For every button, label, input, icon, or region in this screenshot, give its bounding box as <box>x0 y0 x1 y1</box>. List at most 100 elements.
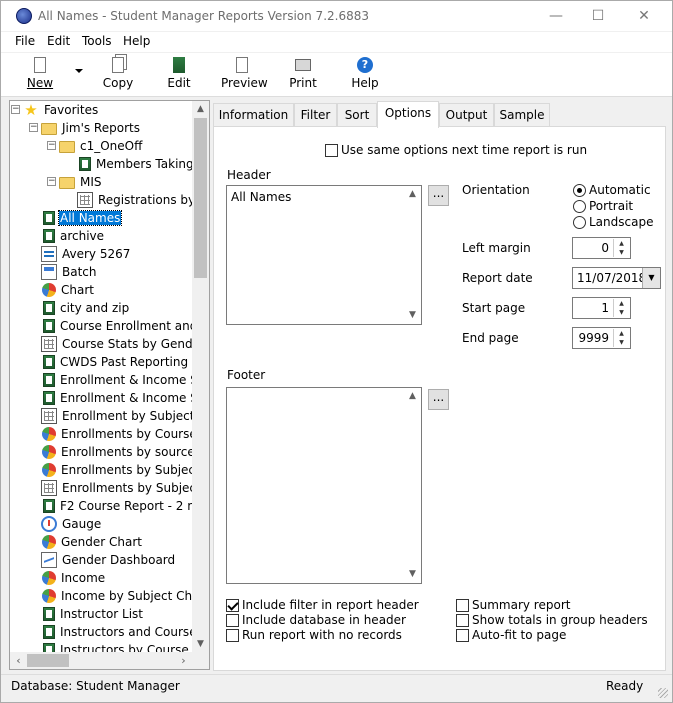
scroll-left-icon[interactable]: ‹ <box>10 652 27 669</box>
stepper-arrows-icon[interactable]: ▲ ▼ <box>613 299 629 317</box>
label-icon <box>41 246 57 262</box>
report-date-picker[interactable]: 11/07/2018 ▼ <box>572 267 661 289</box>
tree-node-mis[interactable]: MIS <box>59 173 103 191</box>
tree-item[interactable]: Enrollment by Subject by <box>41 407 209 425</box>
tree-node-favorites[interactable]: ★ Favorites <box>23 101 99 119</box>
maximize-button[interactable]: ☐ <box>575 1 621 31</box>
folder-icon <box>59 141 75 153</box>
footer-scrollbar[interactable]: ▲ ▼ <box>404 388 421 583</box>
tree-item[interactable]: Gender Dashboard <box>41 551 176 569</box>
tree-horizontal-scrollbar[interactable]: ‹ › <box>10 652 209 669</box>
stepper-arrows-icon[interactable]: ▲ ▼ <box>613 239 629 257</box>
tab-sort[interactable]: Sort <box>337 103 377 127</box>
tree-item[interactable]: Batch <box>41 263 98 281</box>
header-scrollbar[interactable]: ▲ ▼ <box>404 186 421 324</box>
help-button[interactable]: ? Help <box>351 57 379 95</box>
tab-sample[interactable]: Sample <box>494 103 550 127</box>
tree-item[interactable]: Gauge <box>41 515 102 533</box>
end-page-stepper[interactable]: 9999 ▲ ▼ <box>572 327 631 349</box>
scroll-right-icon[interactable]: › <box>175 652 192 669</box>
tree-item[interactable]: Enrollment & Income Su <box>41 389 206 407</box>
footer-browse-button[interactable]: ... <box>428 389 449 410</box>
menu-tools[interactable]: Tools <box>82 34 112 48</box>
auto-fit-checkbox[interactable] <box>456 629 469 642</box>
tree-item-label: Enrollment & Income Su <box>60 391 206 405</box>
collapse-jims-reports-icon[interactable]: − <box>29 123 38 132</box>
orientation-portrait-radio[interactable] <box>573 200 586 213</box>
tree-item[interactable]: Avery 5267 <box>41 245 131 263</box>
tree-item[interactable]: Enrollments by Course fo <box>41 425 209 443</box>
footer-textarea[interactable]: ▲ ▼ <box>226 387 422 584</box>
collapse-favorites-icon[interactable]: − <box>11 105 20 114</box>
tree-item[interactable]: Enrollments by Subject <box>41 461 201 479</box>
include-filter-checkbox[interactable] <box>226 599 239 612</box>
print-button[interactable]: Print <box>289 57 317 95</box>
tree-item[interactable]: Gender Chart <box>41 533 143 551</box>
menu-help[interactable]: Help <box>123 34 150 48</box>
scroll-up-icon[interactable]: ▲ <box>192 101 209 118</box>
scroll-thumb[interactable] <box>194 118 207 278</box>
collapse-c1-oneoff-icon[interactable]: − <box>47 141 56 150</box>
tree-item[interactable]: Enrollment & Income Su <box>41 371 206 389</box>
scroll-thumb[interactable] <box>27 654 69 667</box>
scroll-up-icon[interactable]: ▲ <box>404 186 421 203</box>
copy-button[interactable]: Copy <box>101 57 135 95</box>
new-dropdown-icon[interactable] <box>75 69 83 73</box>
header-browse-button[interactable]: ... <box>428 185 449 206</box>
edit-button[interactable]: Edit <box>166 57 192 95</box>
tree-item[interactable]: Enrollments by source <box>41 443 196 461</box>
end-page-label: End page <box>462 331 519 345</box>
tab-options[interactable]: Options <box>377 101 439 128</box>
tree-item[interactable]: All Names <box>41 209 123 227</box>
left-margin-stepper[interactable]: 0 ▲ ▼ <box>572 237 631 259</box>
summary-report-checkbox[interactable] <box>456 599 469 612</box>
tree-item[interactable]: archive <box>41 227 105 245</box>
orientation-automatic-radio[interactable] <box>573 184 586 197</box>
chevron-down-icon[interactable]: ▼ <box>642 268 660 288</box>
scroll-down-icon[interactable]: ▼ <box>192 636 209 653</box>
tree-node-jims-reports[interactable]: Jim's Reports <box>41 119 141 137</box>
preview-button[interactable]: Preview <box>221 57 268 95</box>
report-tree[interactable]: − ★ Favorites − Jim's Reports − c1_OneOf… <box>9 100 210 670</box>
orientation-landscape-radio[interactable] <box>573 216 586 229</box>
menu-file[interactable]: File <box>15 34 35 48</box>
start-page-stepper[interactable]: 1 ▲ ▼ <box>572 297 631 319</box>
tree-item[interactable]: Course Stats by Gender <box>41 335 206 353</box>
menu-edit[interactable]: Edit <box>47 34 70 48</box>
same-options-checkbox[interactable] <box>325 144 338 157</box>
close-button[interactable]: ✕ <box>621 1 667 31</box>
scroll-up-icon[interactable]: ▲ <box>404 388 421 405</box>
run-no-records-checkbox[interactable] <box>226 629 239 642</box>
minimize-button[interactable]: — <box>533 1 579 31</box>
start-page-label: Start page <box>462 301 526 315</box>
tree-item[interactable]: Income by Subject Chart <box>41 587 209 605</box>
tab-output[interactable]: Output <box>439 103 494 127</box>
summary-report-label: Summary report <box>472 598 571 612</box>
new-button[interactable]: New <box>25 57 55 95</box>
tree-item[interactable]: Instructors and Courses T <box>41 623 209 641</box>
header-textarea[interactable]: All Names ▲ ▼ <box>226 185 422 325</box>
tree-item[interactable]: Instructor List <box>41 605 144 623</box>
scroll-down-icon[interactable]: ▼ <box>404 307 421 324</box>
tree-item-label: Enrollments by Subject <box>61 463 200 477</box>
tree-item[interactable]: Income <box>41 569 106 587</box>
tree-item[interactable]: Chart <box>41 281 95 299</box>
tree-item[interactable]: Enrollments by Subject b <box>41 479 209 497</box>
show-totals-checkbox[interactable] <box>456 614 469 627</box>
tree-item[interactable]: city and zip <box>41 299 130 317</box>
collapse-mis-icon[interactable]: − <box>47 177 56 186</box>
tree-item[interactable]: F2 Course Report - 2 mo <box>41 497 207 515</box>
tab-information[interactable]: Information <box>213 103 294 127</box>
resize-grip-icon[interactable] <box>658 688 668 698</box>
tree-node-c1-oneoff[interactable]: c1_OneOff <box>59 137 143 155</box>
tree-item[interactable]: CWDS Past Reporting <box>41 353 189 371</box>
include-database-checkbox[interactable] <box>226 614 239 627</box>
tree-vertical-scrollbar[interactable]: ▲ ▼ <box>192 101 209 653</box>
tab-filter[interactable]: Filter <box>294 103 337 127</box>
scroll-down-icon[interactable]: ▼ <box>404 566 421 583</box>
stepper-arrows-icon[interactable]: ▲ ▼ <box>613 329 629 347</box>
tree-item[interactable]: Course Enrollment and I <box>41 317 206 335</box>
header-value: All Names <box>231 190 292 204</box>
tree-node-registrations-by[interactable]: Registrations by S <box>77 191 208 209</box>
tree-node-members-taking[interactable]: Members Taking <box>77 155 195 173</box>
